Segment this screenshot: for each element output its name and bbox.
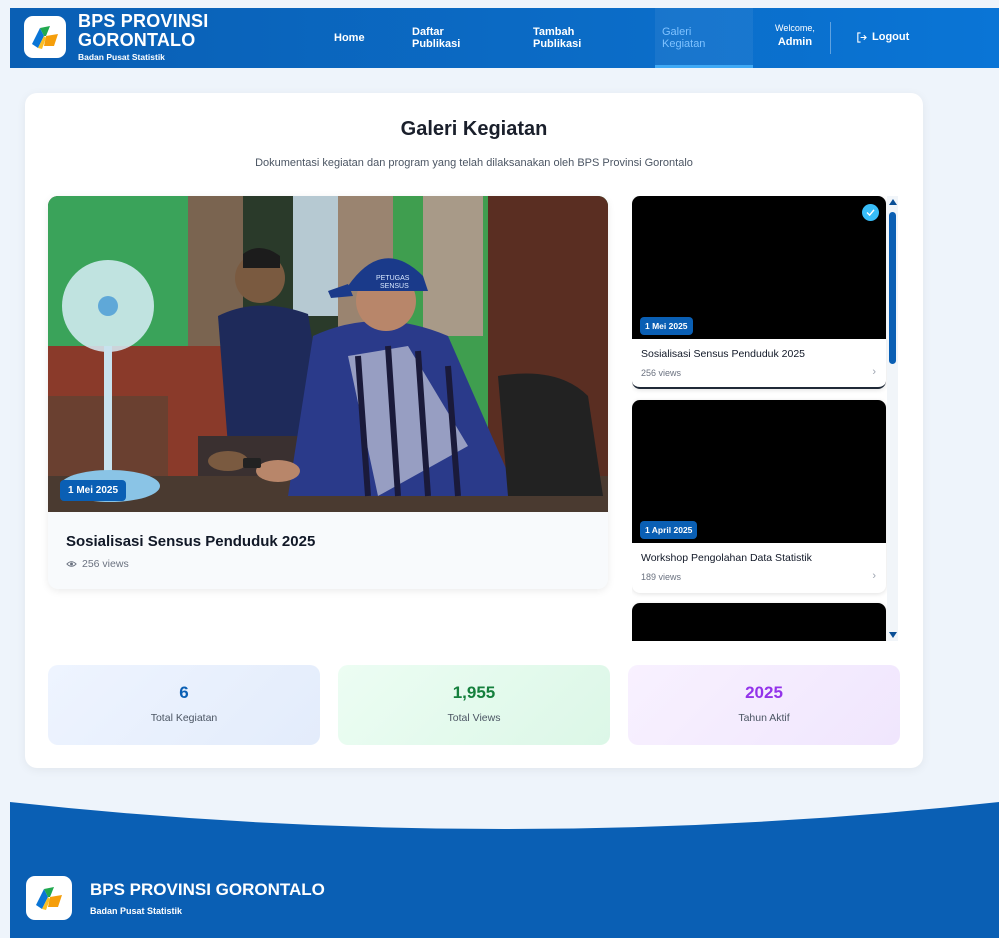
- chevron-right-icon: ›: [872, 366, 876, 378]
- stat-value: 6: [179, 683, 189, 702]
- scroll-up-arrow[interactable]: [889, 199, 897, 205]
- nav-galeri-label-1: Galeri: [662, 26, 692, 38]
- nav-tambah-publikasi[interactable]: Tambah Publikasi: [533, 8, 581, 68]
- footer-wave: [10, 802, 999, 938]
- nav-daftar-label-2: Publikasi: [412, 38, 461, 50]
- logout-icon: [857, 31, 867, 43]
- brand: BPS PROVINSI GORONTALO Badan Pusat Stati…: [78, 11, 209, 63]
- footer-logo[interactable]: [26, 876, 72, 920]
- brand-title-line1: BPS PROVINSI: [78, 11, 209, 31]
- bps-logo-icon: [32, 26, 58, 49]
- gallery-item-views: 256 views: [641, 368, 682, 378]
- check-icon: [862, 204, 879, 221]
- gallery-item-date: 1 April 2025: [640, 521, 698, 539]
- nav-daftar-label-1: Daftar: [412, 26, 444, 38]
- page-subtitle: Dokumentasi kegiatan dan program yang te…: [255, 157, 693, 169]
- gallery-item[interactable]: 1 Mei 2025 Sosialisasi Sensus Penduduk 2…: [632, 196, 886, 389]
- cap-text-1: PETUGAS: [376, 275, 410, 282]
- footer-subtitle: Badan Pusat Statistik: [90, 906, 183, 916]
- bps-logo[interactable]: [24, 16, 66, 58]
- featured-title: Sosialisasi Sensus Penduduk 2025: [66, 533, 316, 550]
- welcome-block: Welcome, Admin: [775, 23, 815, 48]
- stat-label: Tahun Aktif: [738, 712, 790, 724]
- gallery-scrollbar[interactable]: [887, 196, 898, 641]
- brand-subtitle: Badan Pusat Statistik: [78, 52, 165, 62]
- logout-button[interactable]: Logout: [856, 31, 909, 43]
- featured-date-badge: 1 Mei 2025: [60, 480, 127, 501]
- gallery-item[interactable]: 1 April 2025 Workshop Pengolahan Data St…: [632, 400, 886, 593]
- top-navbar: BPS PROVINSI GORONTALO Badan Pusat Stati…: [10, 8, 999, 68]
- featured-views: 256 views: [66, 558, 129, 570]
- nav-galeri-label-2: Kegiatan: [662, 38, 706, 50]
- logout-label: Logout: [872, 31, 910, 43]
- gallery-item-date: 1 Mei 2025: [640, 317, 693, 335]
- chevron-right-icon: ›: [872, 570, 876, 582]
- featured-photo-illustration: PETUGAS SENSUS: [48, 196, 608, 512]
- stat-tahun-aktif: 2025 Tahun Aktif: [628, 665, 900, 745]
- nav-daftar-publikasi[interactable]: Daftar Publikasi: [412, 8, 460, 68]
- stat-total-kegiatan: 6 Total Kegiatan: [48, 665, 320, 745]
- stat-label: Total Kegiatan: [150, 712, 218, 724]
- gallery-item[interactable]: [632, 603, 886, 641]
- nav-tambah-label-1: Tambah: [533, 26, 575, 38]
- gallery-list: 1 Mei 2025 Sosialisasi Sensus Penduduk 2…: [632, 196, 902, 641]
- gallery-item-views: 189 views: [641, 572, 682, 582]
- nav-home[interactable]: Home: [334, 8, 365, 68]
- nav-home-label: Home: [334, 32, 365, 44]
- scroll-down-arrow[interactable]: [889, 632, 897, 638]
- stat-total-views: 1,955 Total Views: [338, 665, 610, 745]
- page-title: Galeri Kegiatan: [400, 118, 548, 140]
- footer-title: BPS PROVINSI GORONTALO: [90, 880, 325, 899]
- featured-activity-card[interactable]: PETUGAS SENSUS 1 Mei 2025 Sosialisasi Se…: [48, 196, 608, 589]
- gallery-card: Galeri Kegiatan Dokumentasi kegiatan dan…: [25, 93, 923, 768]
- header-divider: [830, 22, 831, 54]
- footer: BPS PROVINSI GORONTALO Badan Pusat Stati…: [10, 798, 999, 938]
- nav-galeri-kegiatan[interactable]: Galeri Kegiatan: [662, 8, 705, 68]
- eye-icon: [66, 561, 77, 567]
- gallery-item-title: Sosialisasi Sensus Penduduk 2025: [641, 348, 806, 360]
- cap-text-2: SENSUS: [380, 283, 409, 290]
- welcome-text: Welcome,: [775, 23, 815, 33]
- brand-title-line2: GORONTALO: [78, 30, 196, 50]
- scroll-thumb[interactable]: [889, 212, 896, 364]
- stat-value: 1,955: [452, 683, 496, 702]
- featured-photo: PETUGAS SENSUS: [48, 196, 608, 512]
- bps-logo-icon: [36, 887, 62, 910]
- gallery-item-thumbnail: [632, 603, 886, 641]
- user-name: Admin: [777, 36, 813, 48]
- stat-label: Total Views: [447, 712, 501, 724]
- nav-tambah-label-2: Publikasi: [533, 38, 582, 50]
- featured-views-text: 256 views: [82, 558, 129, 570]
- gallery-item-title: Workshop Pengolahan Data Statistik: [641, 552, 812, 564]
- stat-value: 2025: [745, 683, 783, 702]
